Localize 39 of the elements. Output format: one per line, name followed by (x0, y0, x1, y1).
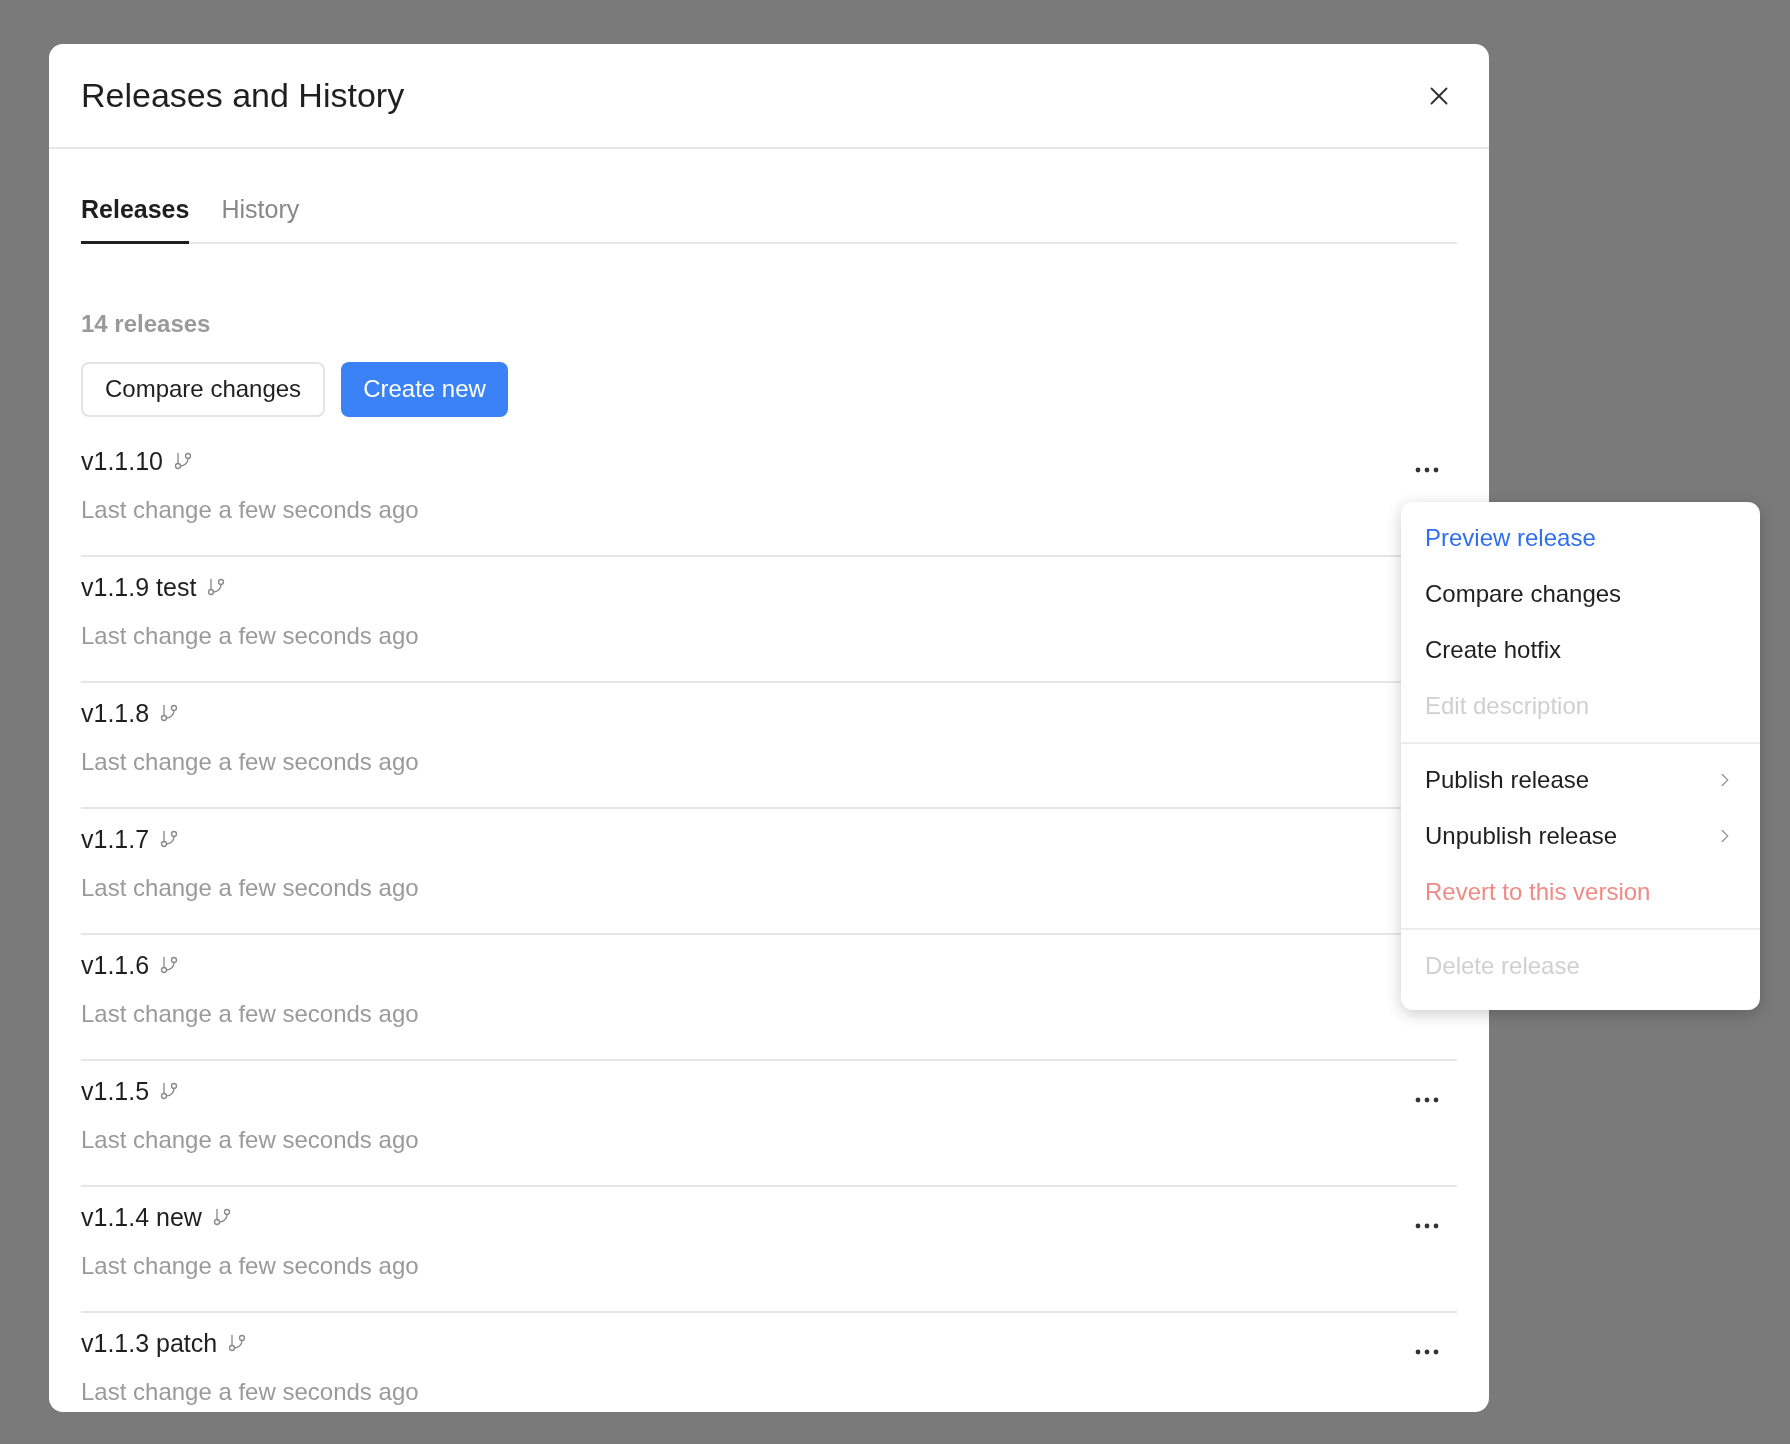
release-name: v1.1.7 (81, 823, 150, 855)
release-subtitle: Last change a few seconds ago (81, 1125, 419, 1155)
release-subtitle: Last change a few seconds ago (81, 1377, 419, 1407)
ellipsis-icon (1415, 1096, 1439, 1103)
release-subtitle: Last change a few seconds ago (81, 495, 419, 525)
branch-icon (211, 1207, 232, 1228)
release-name: v1.1.4 new (81, 1201, 202, 1233)
release-name: v1.1.10 (81, 445, 163, 477)
menu-item[interactable]: Create hotfix (1401, 622, 1760, 678)
branch-icon (159, 955, 180, 976)
compare-changes-button[interactable]: Compare changes (81, 361, 326, 417)
branch-icon (159, 703, 180, 724)
branch-icon (159, 829, 180, 850)
release-subtitle: Last change a few seconds ago (81, 1251, 419, 1281)
menu-item[interactable]: Publish release (1401, 752, 1760, 808)
menu-item[interactable]: Compare changes (1401, 566, 1760, 622)
branch-icon (227, 1333, 248, 1354)
branch-icon (173, 451, 193, 472)
release-name: v1.1.8 (81, 697, 150, 729)
release-count: 14 releases (81, 308, 212, 339)
release-subtitle: Last change a few seconds ago (81, 747, 419, 777)
release-name: v1.1.3 patch (81, 1327, 218, 1359)
tab[interactable]: History (221, 191, 300, 244)
tab[interactable]: Releases (81, 191, 190, 244)
menu-item[interactable]: Unpublish release (1401, 808, 1760, 864)
branch-icon (206, 577, 227, 598)
menu-item[interactable]: Preview release (1401, 510, 1760, 566)
release-subtitle: Last change a few seconds ago (81, 621, 419, 651)
branch-icon (159, 1081, 180, 1102)
release-name: v1.1.6 (81, 949, 150, 981)
release-subtitle: Last change a few seconds ago (81, 999, 419, 1029)
release-subtitle: Last change a few seconds ago (81, 873, 419, 903)
dialog-title: Releases and History (81, 75, 405, 116)
ellipsis-icon (1415, 1348, 1439, 1355)
ellipsis-icon (1415, 466, 1439, 473)
create-new-button[interactable]: Create new (341, 361, 508, 417)
release-name: v1.1.9 test (81, 571, 197, 603)
ellipsis-icon (1415, 1222, 1439, 1229)
release-name: v1.1.5 (81, 1075, 150, 1107)
